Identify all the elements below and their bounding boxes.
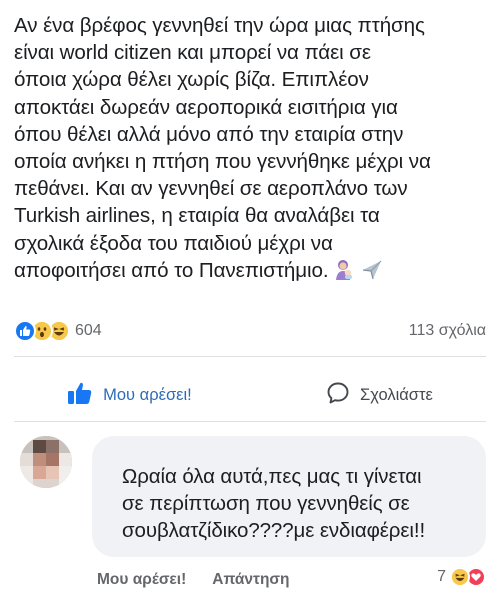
woman-feeding-baby-icon: [333, 258, 357, 287]
reactions-summary: 604 113 σχόλια: [14, 318, 486, 344]
divider: [14, 421, 486, 422]
post-line-last: αποφοιτήσει από το Πανεπιστήμιο.: [14, 257, 490, 287]
haha-icon: [450, 567, 470, 587]
post-line: είναι world citizen και μπορεί να πάει σ…: [14, 41, 371, 65]
post-line: αποκτάει δωρεάν αεροπορικά εισιτήρια για: [14, 95, 398, 119]
post-line: όπου θέλει αλλά μόνο από την εταιρία στη…: [14, 122, 404, 146]
post-action-bar: Μου αρέσει! Σχολιάστε: [0, 370, 500, 420]
comment-line: σε περίπτωση που γεννηθείς σε: [122, 492, 410, 515]
post-line: σχολικά έξοδα του παιδιού μέχρι να: [14, 231, 333, 255]
comment-reactions[interactable]: 7: [437, 567, 486, 587]
comment-bubble-icon: [326, 381, 350, 410]
airplane-icon: [361, 258, 383, 287]
avatar[interactable]: [20, 436, 72, 488]
comment-button-label: Σχολιάστε: [360, 385, 433, 404]
like-icon: [14, 320, 36, 342]
like-button[interactable]: Μου αρέσει!: [67, 381, 192, 410]
divider: [14, 356, 486, 357]
comment-count[interactable]: 113 σχόλια: [409, 322, 486, 340]
thumbs-up-icon: [67, 381, 93, 410]
post-line: Turkish airlines, η εταιρία θα αναλάβει …: [14, 204, 380, 228]
comment-actions: Μου αρέσει! Απάντηση 7: [97, 567, 486, 591]
like-button-label: Μου αρέσει!: [103, 385, 192, 404]
comment-reaction-count: 7: [437, 568, 446, 585]
comment-like-link[interactable]: Μου αρέσει!: [97, 571, 186, 589]
comment-reply-link[interactable]: Απάντηση: [212, 571, 289, 589]
post-line: οποία ανήκει η πτήση που γεννήθηκε μέχρι…: [14, 150, 431, 174]
comment-text: Ωραία όλα αυτά,πες μας τι γίνεται σε περ…: [122, 463, 425, 544]
post-line: Αν ένα βρέφος γεννηθεί την ώρα μιας πτήσ…: [14, 14, 425, 37]
reaction-count[interactable]: 604: [75, 322, 102, 340]
post-line: πεθάνει. Και αν γεννηθεί σε αεροπλάνο τω…: [14, 177, 408, 201]
comment-line: σουβλατζίδικο????με ενδιαφέρει!!: [122, 519, 426, 542]
post-text: Αν ένα βρέφος γεννηθεί την ώρα μιας πτήσ…: [14, 12, 490, 287]
comment-bubble: Ωραία όλα αυτά,πες μας τι γίνεται σε περ…: [92, 436, 486, 557]
comment-line: Ωραία όλα αυτά,πες μας τι γίνεται: [122, 465, 422, 488]
post-line: όποια χώρα θέλει χωρίς βίζα. Επιπλέον: [14, 68, 369, 92]
reaction-icons[interactable]: 604: [14, 320, 102, 342]
comment-button[interactable]: Σχολιάστε: [326, 381, 433, 410]
